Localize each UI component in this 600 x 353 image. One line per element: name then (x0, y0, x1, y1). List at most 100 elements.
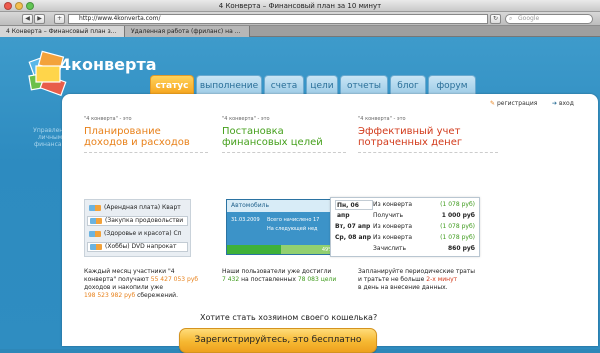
ledger-date: Ср, 08 апр (335, 234, 371, 241)
window-titlebar: 4 Конверта – Финансовый план за 10 минут (0, 0, 600, 12)
list-item-label: (Здоровье и красота) Сп (104, 230, 182, 237)
feature-heading: Постановка финансовых целей (222, 126, 346, 148)
divider (84, 152, 208, 153)
desc-line: на поставленных (241, 276, 296, 283)
feature-heading: Планирование доходов и расходов (84, 126, 208, 148)
goal-line: На следующей нед (267, 226, 318, 232)
content-card: ✎ регистрация ➔ вход "4 конверта" - это … (62, 94, 598, 353)
forward-button[interactable]: ▶ (34, 14, 45, 24)
desc-line: в день на внесение данных. (358, 284, 448, 291)
expense-ledger: Пн, 06 апр Из конверта (1 078 руб) Получ… (330, 197, 480, 257)
ledger-row: Ср, 08 апр Из конверта (1 078 руб) (335, 233, 477, 243)
goal-progress-fill (227, 245, 282, 254)
feature-tracking: "4 конверта" - это Эффективный учет потр… (358, 116, 498, 153)
ledger-desc: Зачислить (373, 245, 407, 252)
list-item-label: (Арендная плата) Кварт (104, 204, 181, 211)
tab-reports[interactable]: отчеты (340, 75, 388, 95)
cta-question: Хотите стать хозяином своего кошелька? (200, 313, 378, 322)
envelope-icon (90, 218, 102, 224)
address-bar[interactable]: http://www.4konverta.com/ (68, 14, 488, 24)
envelope-icon (89, 205, 101, 211)
browser-tab-1[interactable]: 4 Конверта – Финансовый план з... (0, 26, 125, 37)
browser-tab-2[interactable]: Удаленная работа (фриланс) на ... (125, 26, 250, 37)
feature-description: Каждый месяц участники "4 конверта" полу… (84, 268, 208, 300)
ledger-desc: Из конверта (373, 201, 413, 208)
desc-line: и тратьте не больше (358, 276, 425, 283)
heading-line: Планирование (84, 126, 161, 137)
tab-forum[interactable]: форум (428, 75, 476, 95)
desc-line: конверта" получают (84, 276, 149, 283)
ledger-amount: (1 078 руб) (440, 234, 475, 241)
envelope-icon (90, 244, 102, 250)
close-window-button[interactable] (4, 2, 12, 10)
list-item-label: (Закупка продовольстви (105, 217, 184, 224)
reload-button[interactable]: ↻ (490, 14, 501, 24)
desc-line: доходов и накопили уже (84, 284, 164, 291)
feature-goals-desc: Наши пользователи уже достигли 7 432 на … (222, 262, 346, 284)
search-placeholder: Google (518, 15, 540, 22)
divider (358, 152, 498, 153)
tab-accounts[interactable]: счета (264, 75, 304, 95)
zoom-window-button[interactable] (26, 2, 34, 10)
signup-button[interactable]: Зарегистрируйтесь, это бесплатно (179, 328, 377, 353)
desc-line: Запланируйте периодические траты (358, 268, 476, 275)
ledger-amount: (1 078 руб) (440, 201, 475, 208)
ledger-row: Зачислить 860 руб (335, 244, 477, 254)
ledger-amount: 1 000 руб (441, 212, 475, 219)
heading-line: Постановка (222, 126, 284, 137)
ledger-date: Пн, 06 апр (335, 200, 373, 219)
desc-line: сбережений. (137, 292, 178, 299)
tab-blog[interactable]: блог (390, 75, 426, 95)
search-field[interactable]: ⌕ Google (505, 14, 593, 24)
stat-value: 78 083 цели (297, 276, 337, 283)
ledger-desc: Из конверта (373, 234, 413, 241)
register-link[interactable]: ✎ регистрация (490, 100, 537, 107)
tab-execution[interactable]: выполнение (196, 75, 262, 95)
tab-status[interactable]: статус (150, 75, 194, 95)
ledger-row: Получить 1 000 руб (335, 211, 477, 221)
tab-goals[interactable]: цели (306, 75, 338, 95)
ledger-date (335, 244, 373, 254)
register-icon: ✎ (490, 100, 496, 107)
feature-pre: "4 конверта" - это (358, 116, 406, 122)
search-icon: ⌕ (509, 15, 513, 22)
window-controls[interactable] (4, 2, 34, 10)
stat-value: 198 523 982 руб (84, 292, 136, 299)
login-label: вход (558, 100, 574, 107)
feature-heading: Эффективный учет потраченных денег (358, 126, 498, 148)
feature-pre: "4 конверта" - это (222, 116, 270, 122)
feature-tracking-desc: Запланируйте периодические траты и трать… (358, 262, 498, 292)
heading-line: потраченных денег (358, 137, 463, 148)
url-text: http://www.4konverta.com/ (79, 15, 161, 22)
list-item: (Закупка продовольстви (87, 216, 188, 226)
feature-description: Наши пользователи уже достигли 7 432 на … (222, 268, 346, 284)
ledger-desc: Из конверта (373, 223, 413, 230)
ledger-date: Вт, 07 апр (335, 223, 371, 230)
feature-pre: "4 конверта" - это (84, 116, 132, 122)
list-item: (Хоббы) DVD напрокат (87, 242, 188, 252)
heading-line: финансовых целей (222, 137, 323, 148)
minimize-window-button[interactable] (15, 2, 23, 10)
login-link[interactable]: ➔ вход (552, 100, 574, 107)
heading-line: доходов и расходов (84, 137, 190, 148)
browser-tabs: 4 Конверта – Финансовый план з... Удален… (0, 26, 600, 37)
page: 4конверта Управление личными финансами с… (0, 37, 600, 353)
feature-planning-desc: Каждый месяц участники "4 конверта" полу… (84, 262, 208, 300)
ledger-desc: Получить (373, 212, 404, 219)
register-label: регистрация (496, 100, 538, 107)
desc-line: Наши пользователи уже достигли (222, 268, 332, 275)
stat-value: 55 427 053 руб (150, 276, 199, 283)
feature-description: Запланируйте периодические траты и трать… (358, 268, 498, 292)
stat-value: 2-х минут (426, 276, 458, 283)
add-bookmark-button[interactable]: + (54, 14, 65, 24)
ledger-amount: 860 руб (447, 245, 475, 252)
back-button[interactable]: ◀ (22, 14, 33, 24)
goal-date: 31.03.2009 (231, 217, 260, 223)
desc-line: Каждый месяц участники "4 (84, 268, 175, 275)
envelope-icon (89, 231, 101, 237)
list-item: (Здоровье и красота) Сп (87, 229, 188, 239)
logo-text[interactable]: 4конверта (60, 55, 157, 74)
ledger-amount: (1 078 руб) (440, 223, 475, 230)
browser-toolbar: ◀ ▶ + http://www.4konverta.com/ ↻ ⌕ Goog… (0, 12, 600, 26)
goal-widget: Автомобиль 31.03.2009 Всего начислено 17… (226, 199, 338, 255)
